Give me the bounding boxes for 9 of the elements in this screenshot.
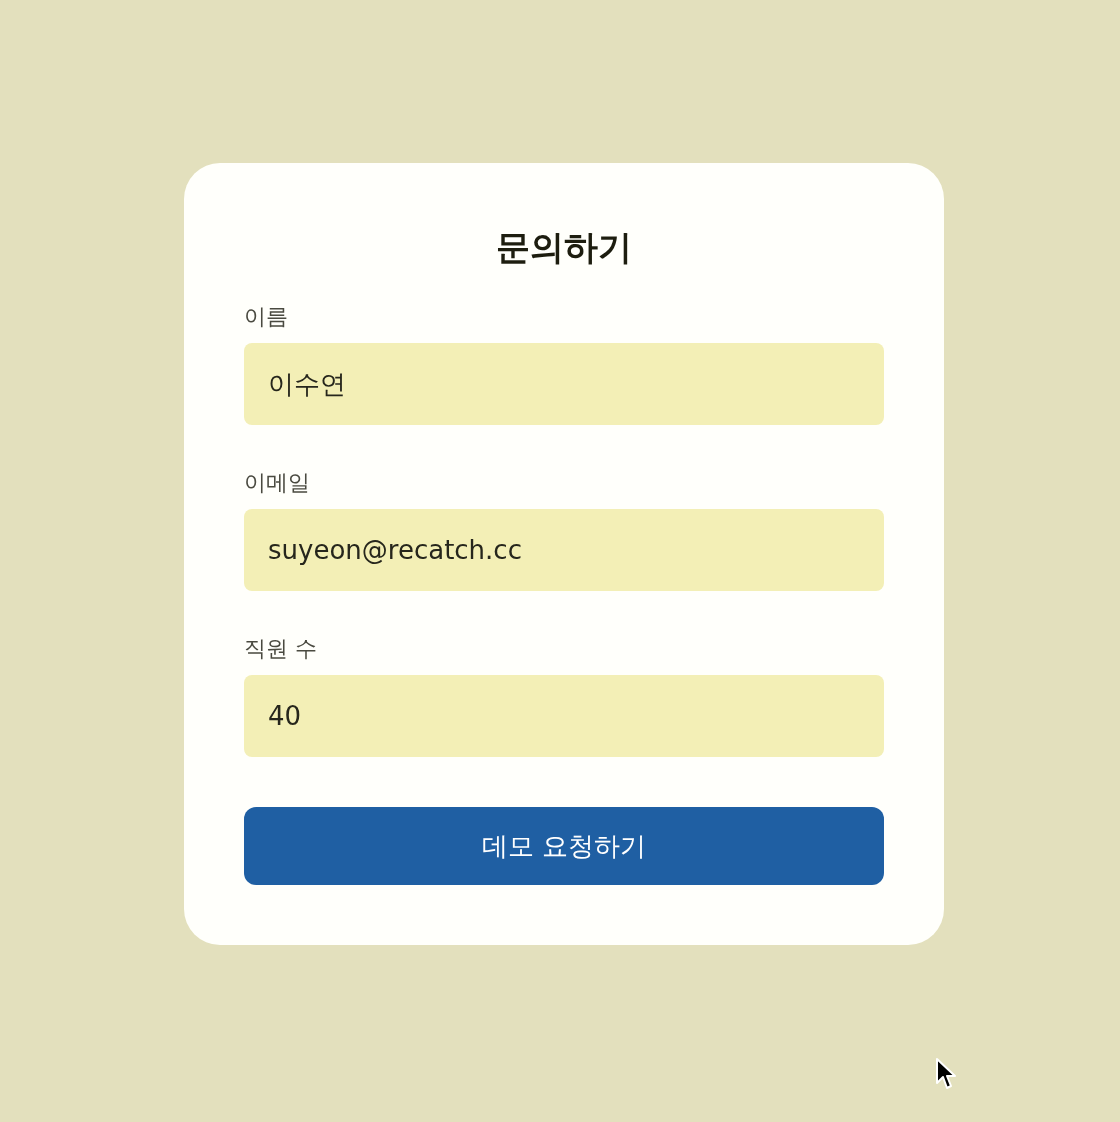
submit-button[interactable]: 데모 요청하기 bbox=[244, 807, 884, 885]
field-label: 이메일 bbox=[244, 469, 310, 497]
form-title: 문의하기 bbox=[495, 226, 633, 269]
input-field[interactable]: 40 bbox=[244, 675, 884, 757]
field-label: 직원 수 bbox=[244, 635, 317, 663]
input-field[interactable]: suyeon@recatch.cc bbox=[244, 509, 884, 591]
field-label: 이름 bbox=[244, 303, 288, 331]
input-field[interactable]: 이수연 bbox=[244, 343, 884, 425]
mouse-pointer-icon bbox=[935, 1057, 957, 1091]
